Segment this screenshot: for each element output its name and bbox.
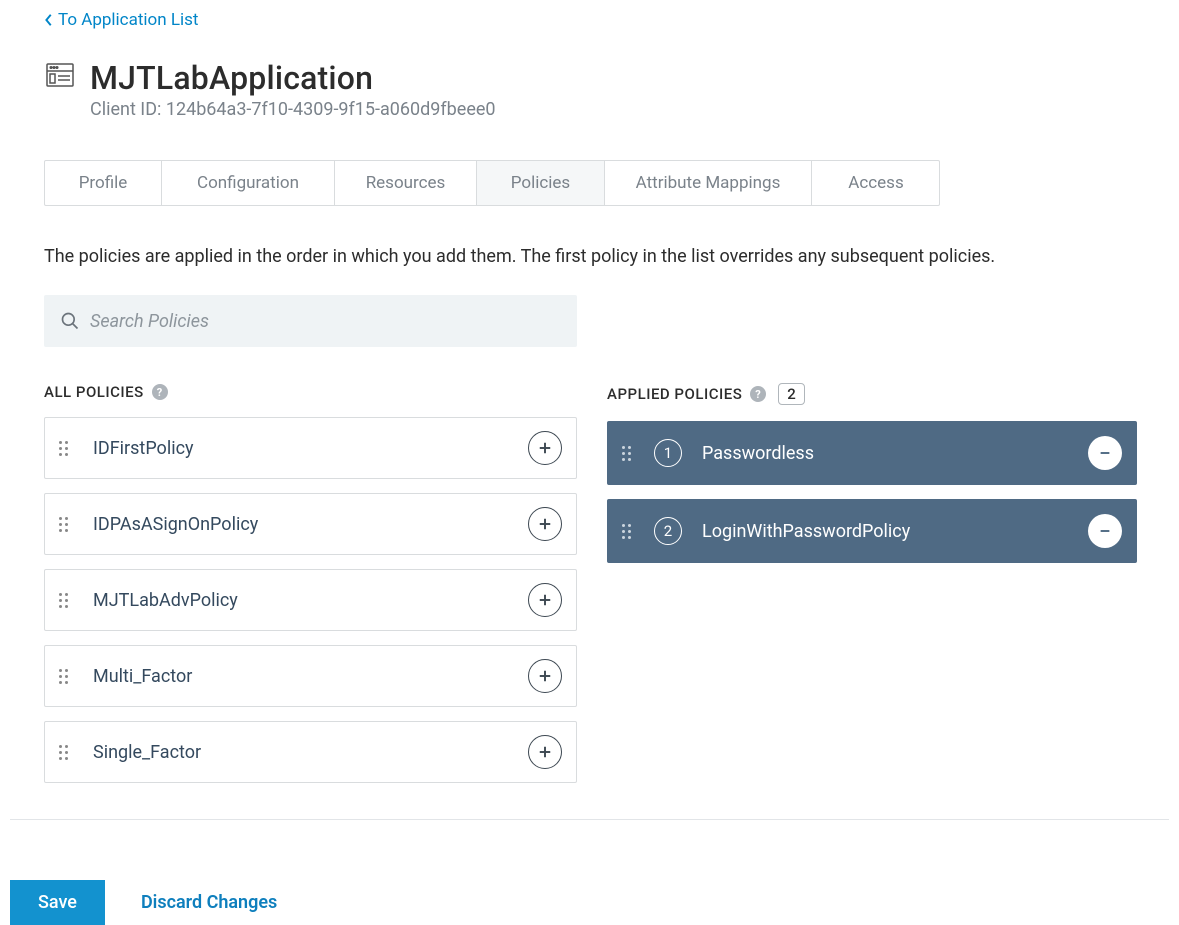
plus-icon bbox=[538, 441, 552, 455]
back-link-label: To Application List bbox=[58, 10, 198, 30]
policy-name: MJTLabAdvPolicy bbox=[93, 590, 528, 611]
drag-handle-icon[interactable] bbox=[59, 517, 73, 532]
applied-policies-header: APPLIED POLICIES bbox=[607, 385, 742, 403]
add-policy-button[interactable] bbox=[528, 735, 562, 769]
applied-policies-list: 1 Passwordless 2 LoginWithPasswordPolicy bbox=[607, 421, 1137, 563]
tab-policies[interactable]: Policies bbox=[477, 161, 605, 205]
policies-description: The policies are applied in the order in… bbox=[44, 246, 1135, 267]
policy-name: IDPAsASignOnPolicy bbox=[93, 514, 528, 535]
drag-handle-icon[interactable] bbox=[59, 593, 73, 608]
discard-changes-link[interactable]: Discard Changes bbox=[141, 892, 277, 913]
chevron-left-icon bbox=[44, 13, 54, 27]
drag-handle-icon[interactable] bbox=[59, 441, 73, 456]
policy-item[interactable]: MJTLabAdvPolicy bbox=[44, 569, 577, 631]
remove-policy-button[interactable] bbox=[1088, 514, 1122, 548]
plus-icon bbox=[538, 669, 552, 683]
drag-handle-icon[interactable] bbox=[622, 524, 636, 539]
policy-item[interactable]: IDFirstPolicy bbox=[44, 417, 577, 479]
drag-handle-icon[interactable] bbox=[59, 669, 73, 684]
minus-icon bbox=[1098, 524, 1112, 538]
policy-item[interactable]: Multi_Factor bbox=[44, 645, 577, 707]
policy-rank: 1 bbox=[654, 439, 682, 467]
add-policy-button[interactable] bbox=[528, 507, 562, 541]
policy-item[interactable]: IDPAsASignOnPolicy bbox=[44, 493, 577, 555]
add-policy-button[interactable] bbox=[528, 431, 562, 465]
search-input[interactable] bbox=[90, 311, 561, 332]
applied-policy-item[interactable]: 2 LoginWithPasswordPolicy bbox=[607, 499, 1137, 563]
help-icon[interactable]: ? bbox=[750, 386, 766, 402]
plus-icon bbox=[538, 745, 552, 759]
policy-item[interactable]: Single_Factor bbox=[44, 721, 577, 783]
policy-name: IDFirstPolicy bbox=[93, 438, 528, 459]
tab-access[interactable]: Access bbox=[812, 161, 940, 205]
applied-policy-item[interactable]: 1 Passwordless bbox=[607, 421, 1137, 485]
policy-rank: 2 bbox=[654, 517, 682, 545]
search-icon bbox=[60, 311, 80, 331]
tab-profile[interactable]: Profile bbox=[45, 161, 162, 205]
drag-handle-icon[interactable] bbox=[59, 745, 73, 760]
save-button[interactable]: Save bbox=[10, 880, 105, 925]
all-policies-list: IDFirstPolicy IDPAsASignOnPolicy MJTLabA… bbox=[44, 417, 577, 783]
policy-name: Passwordless bbox=[702, 443, 1088, 464]
help-icon[interactable]: ? bbox=[152, 384, 168, 400]
search-box[interactable] bbox=[44, 295, 577, 347]
policy-name: Multi_Factor bbox=[93, 666, 528, 687]
drag-handle-icon[interactable] bbox=[622, 446, 636, 461]
add-policy-button[interactable] bbox=[528, 659, 562, 693]
all-policies-header: ALL POLICIES bbox=[44, 383, 144, 401]
tab-resources[interactable]: Resources bbox=[335, 161, 477, 205]
policy-name: Single_Factor bbox=[93, 742, 528, 763]
plus-icon bbox=[538, 517, 552, 531]
applied-policies-count-badge: 2 bbox=[778, 383, 805, 405]
client-id-label: Client ID: 124b64a3-7f10-4309-9f15-a060d… bbox=[90, 99, 496, 120]
tab-attribute-mappings[interactable]: Attribute Mappings bbox=[605, 161, 812, 205]
app-title: MJTLabApplication bbox=[90, 59, 496, 97]
tab-configuration[interactable]: Configuration bbox=[162, 161, 335, 205]
application-icon bbox=[44, 59, 76, 95]
plus-icon bbox=[538, 593, 552, 607]
policy-name: LoginWithPasswordPolicy bbox=[702, 521, 1088, 542]
divider bbox=[10, 819, 1169, 820]
back-to-application-list-link[interactable]: To Application List bbox=[44, 10, 198, 30]
remove-policy-button[interactable] bbox=[1088, 436, 1122, 470]
add-policy-button[interactable] bbox=[528, 583, 562, 617]
minus-icon bbox=[1098, 446, 1112, 460]
tabs: Profile Configuration Resources Policies… bbox=[44, 160, 940, 206]
